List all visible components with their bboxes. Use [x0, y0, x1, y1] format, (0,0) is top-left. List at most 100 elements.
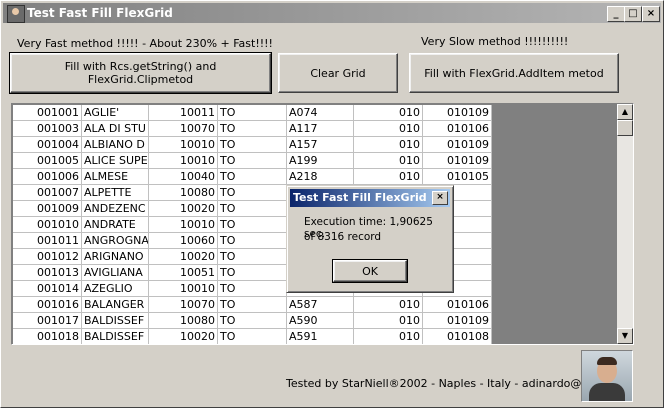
table-row[interactable]: 001004 ALBIANO D 10010 TO A157 010 010109: [13, 136, 492, 153]
grid-cell[interactable]: 10010: [148, 280, 218, 297]
grid-cell[interactable]: 10010: [148, 152, 218, 169]
grid-cell[interactable]: 010106: [422, 296, 492, 313]
grid-cell[interactable]: TO: [217, 328, 287, 344]
grid-cell[interactable]: TO: [217, 184, 287, 201]
grid-cell[interactable]: ALA DI STU: [81, 120, 149, 137]
grid-cell[interactable]: 10080: [148, 312, 218, 329]
grid-cell[interactable]: AZEGLIO: [81, 280, 149, 297]
grid-cell[interactable]: TO: [217, 312, 287, 329]
grid-cell[interactable]: ALBIANO D: [81, 136, 149, 153]
grid-cell[interactable]: TO: [217, 248, 287, 265]
grid-cell[interactable]: 001009: [13, 200, 82, 217]
vertical-scrollbar[interactable]: ▲ ▼: [617, 104, 633, 344]
maximize-button[interactable]: □: [624, 6, 642, 22]
grid-cell[interactable]: 010109: [422, 136, 492, 153]
grid-cell[interactable]: A590: [286, 312, 354, 329]
grid-cell[interactable]: 010: [353, 105, 423, 121]
table-row[interactable]: 001003 ALA DI STU 10070 TO A117 010 010106: [13, 120, 492, 137]
grid-cell[interactable]: 001004: [13, 136, 82, 153]
grid-cell[interactable]: 010109: [422, 105, 492, 121]
grid-cell[interactable]: 010109: [422, 152, 492, 169]
grid-cell[interactable]: BALANGER: [81, 296, 149, 313]
table-row[interactable]: 001017 BALDISSEF 10080 TO A590 010 010109: [13, 312, 492, 329]
fill-additem-button[interactable]: Fill with FlexGrid.AddItem metod: [409, 53, 619, 93]
grid-cell[interactable]: TO: [217, 152, 287, 169]
grid-cell[interactable]: 001003: [13, 120, 82, 137]
table-row[interactable]: 001006 ALMESE 10040 TO A218 010 010105: [13, 168, 492, 185]
grid-cell[interactable]: A591: [286, 328, 354, 344]
grid-cell[interactable]: 10020: [148, 328, 218, 344]
grid-cell[interactable]: 001017: [13, 312, 82, 329]
grid-cell[interactable]: 10020: [148, 200, 218, 217]
dialog-title-bar[interactable]: Test Fast Fill FlexGrid ×: [290, 189, 450, 207]
dialog-close-button[interactable]: ×: [432, 191, 448, 205]
grid-cell[interactable]: 001007: [13, 184, 82, 201]
scroll-up-icon[interactable]: ▲: [617, 104, 633, 120]
grid-cell[interactable]: A199: [286, 152, 354, 169]
table-row[interactable]: 001016 BALANGER 10070 TO A587 010 010106: [13, 296, 492, 313]
grid-cell[interactable]: A157: [286, 136, 354, 153]
table-row[interactable]: 001005 ALICE SUPE 10010 TO A199 010 010109: [13, 152, 492, 169]
grid-cell[interactable]: 10011: [148, 105, 218, 121]
grid-cell[interactable]: TO: [217, 296, 287, 313]
grid-cell[interactable]: 001014: [13, 280, 82, 297]
grid-cell[interactable]: 010105: [422, 168, 492, 185]
fill-clip-button[interactable]: Fill with Rcs.getString() and FlexGrid.C…: [9, 52, 272, 94]
grid-cell[interactable]: A117: [286, 120, 354, 137]
grid-cell[interactable]: A218: [286, 168, 354, 185]
grid-cell[interactable]: 10070: [148, 120, 218, 137]
table-row[interactable]: 001001 AGLIE' 10011 TO A074 010 010109: [13, 105, 492, 121]
title-bar[interactable]: Test Fast Fill FlexGrid _ □ ×: [3, 3, 661, 23]
grid-cell[interactable]: 10020: [148, 248, 218, 265]
grid-cell[interactable]: ALPETTE: [81, 184, 149, 201]
grid-cell[interactable]: AGLIE': [81, 105, 149, 121]
grid-cell[interactable]: 010: [353, 296, 423, 313]
grid-cell[interactable]: 010106: [422, 120, 492, 137]
grid-cell[interactable]: TO: [217, 136, 287, 153]
grid-cell[interactable]: 010: [353, 312, 423, 329]
grid-cell[interactable]: 10080: [148, 184, 218, 201]
grid-cell[interactable]: 10010: [148, 136, 218, 153]
grid-cell[interactable]: ANDRATE: [81, 216, 149, 233]
grid-cell[interactable]: BALDISSEF: [81, 312, 149, 329]
scroll-thumb[interactable]: [617, 120, 633, 136]
grid-cell[interactable]: 010: [353, 168, 423, 185]
grid-cell[interactable]: 010: [353, 136, 423, 153]
grid-cell[interactable]: 10051: [148, 264, 218, 281]
grid-cell[interactable]: A074: [286, 105, 354, 121]
grid-cell[interactable]: ANDEZENC: [81, 200, 149, 217]
minimize-button[interactable]: _: [607, 6, 625, 22]
grid-cell[interactable]: TO: [217, 216, 287, 233]
grid-cell[interactable]: 10040: [148, 168, 218, 185]
grid-cell[interactable]: 001006: [13, 168, 82, 185]
scroll-down-icon[interactable]: ▼: [617, 328, 633, 344]
clear-grid-button[interactable]: Clear Grid: [278, 53, 398, 93]
grid-cell[interactable]: ALICE SUPE: [81, 152, 149, 169]
grid-cell[interactable]: 001013: [13, 264, 82, 281]
grid-cell[interactable]: TO: [217, 264, 287, 281]
grid-cell[interactable]: 10060: [148, 232, 218, 249]
grid-cell[interactable]: 001001: [13, 105, 82, 121]
grid-cell[interactable]: 001012: [13, 248, 82, 265]
grid-cell[interactable]: TO: [217, 280, 287, 297]
close-button[interactable]: ×: [642, 6, 660, 22]
grid-cell[interactable]: 001018: [13, 328, 82, 344]
grid-cell[interactable]: ALMESE: [81, 168, 149, 185]
grid-cell[interactable]: 010108: [422, 328, 492, 344]
grid-cell[interactable]: 10070: [148, 296, 218, 313]
grid-cell[interactable]: 010: [353, 120, 423, 137]
grid-cell[interactable]: TO: [217, 105, 287, 121]
grid-cell[interactable]: 001005: [13, 152, 82, 169]
grid-cell[interactable]: AVIGLIANA: [81, 264, 149, 281]
grid-cell[interactable]: 001016: [13, 296, 82, 313]
grid-cell[interactable]: ARIGNANO: [81, 248, 149, 265]
grid-cell[interactable]: TO: [217, 200, 287, 217]
grid-cell[interactable]: 10010: [148, 216, 218, 233]
grid-cell[interactable]: TO: [217, 168, 287, 185]
grid-cell[interactable]: 010109: [422, 312, 492, 329]
grid-cell[interactable]: 001010: [13, 216, 82, 233]
grid-cell[interactable]: BALDISSEF: [81, 328, 149, 344]
grid-cell[interactable]: TO: [217, 120, 287, 137]
ok-button[interactable]: OK: [332, 259, 408, 283]
grid-cell[interactable]: A587: [286, 296, 354, 313]
